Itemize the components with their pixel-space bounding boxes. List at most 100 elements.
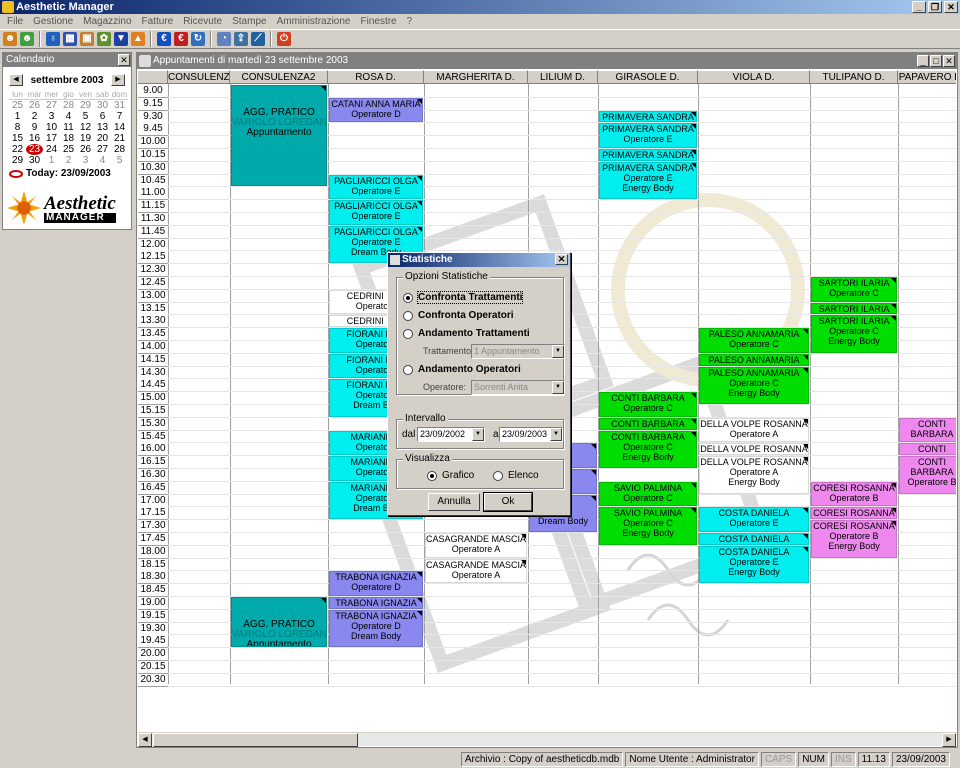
radio-elenco[interactable]: Elenco <box>493 470 539 481</box>
calendar-day[interactable]: 29 <box>77 100 94 111</box>
date-to-select[interactable]: 23/09/2003 ▼ <box>499 427 563 442</box>
scroll-right-button[interactable]: ▶ <box>942 733 956 747</box>
minimize-button[interactable]: _ <box>912 1 926 13</box>
column-header[interactable]: GIRASOLE D. <box>598 70 698 84</box>
calendar-day[interactable]: 4 <box>94 155 111 166</box>
appointment-block[interactable]: TRABONA IGNAZIA <box>329 597 423 609</box>
dialog-close-button[interactable]: ✕ <box>555 254 568 265</box>
horizontal-scrollbar[interactable]: ◀ ▶ <box>138 732 956 747</box>
calendar-day[interactable]: 14 <box>111 122 128 133</box>
calendar-grid-icon[interactable]: ▦ <box>63 32 77 46</box>
column-header[interactable]: TULIPANO D. <box>810 70 898 84</box>
appointment-block[interactable]: CORESI ROSANNA <box>811 507 897 520</box>
trattamento-select[interactable]: 1 Appuntamento ▼ <box>471 344 565 359</box>
appointment-block[interactable]: CATANI ANNA MARIA Operatore D <box>329 97 423 123</box>
user-add-icon[interactable]: ☻ <box>20 32 34 46</box>
appointment-block[interactable]: PRIMAVERA SANDRA <box>599 149 697 161</box>
calendar-day[interactable]: 2 <box>60 155 77 166</box>
appointment-block[interactable]: PALESO ANNAMARIA <box>699 353 809 366</box>
menu-gestione[interactable]: Gestione <box>28 14 78 29</box>
menu-magazzino[interactable]: Magazzino <box>78 14 136 29</box>
appointment-block[interactable]: PAGLIARICCI OLGA Operatore E <box>329 200 423 225</box>
calendar-day[interactable]: 3 <box>43 111 60 122</box>
calendar-day[interactable]: 16 <box>26 133 43 144</box>
calendar-day[interactable]: 5 <box>77 111 94 122</box>
appointment-block[interactable]: DELLA VOLPE ROSANNA Operatore A Energy Bod… <box>699 456 809 494</box>
note-icon[interactable]: ▣ <box>80 32 94 46</box>
column-header[interactable]: MARGHERITA D. <box>424 70 528 84</box>
appointment-block[interactable]: PALESO ANNAMARIA Operatore C <box>699 328 809 353</box>
appointment-block[interactable]: PALESO ANNAMARIA Operatore C Energy Body <box>699 366 809 404</box>
column-header[interactable]: VIOLA D. <box>698 70 810 84</box>
calendar-day[interactable]: 24 <box>43 144 60 155</box>
appointment-block[interactable]: PAGLIARICCI OLGA Operatore E <box>329 174 423 200</box>
radio-andamento-operatori[interactable]: Andamento Operatori <box>403 364 521 375</box>
appointment-block[interactable]: SARTORI ILARIA <box>811 302 897 315</box>
users-icon[interactable]: ☻ <box>3 32 17 46</box>
calendar-day[interactable]: 8 <box>9 122 26 133</box>
appointment-block[interactable]: DELLA VOLPE ROSANNA <box>699 443 809 456</box>
calendar-day[interactable]: 21 <box>111 133 128 144</box>
schedule-close-button[interactable]: ✕ <box>943 55 955 67</box>
euro-red-icon[interactable]: € <box>174 32 188 46</box>
calendar-day[interactable]: 12 <box>77 122 94 133</box>
menu-amministrazione[interactable]: Amministrazione <box>272 14 356 29</box>
next-month-button[interactable]: ▶ <box>110 74 125 86</box>
calendar-day[interactable]: 3 <box>77 155 94 166</box>
calendar-day[interactable]: 10 <box>43 122 60 133</box>
appointment-block[interactable]: CONTI BARBARA Operatore C Energy Body <box>599 430 697 468</box>
appointment-block[interactable]: CONTI BARBARA <box>599 417 697 430</box>
calendar-day[interactable]: 6 <box>94 111 111 122</box>
operatore-select[interactable]: Sorrenti Anita ▼ <box>471 380 565 395</box>
cancel-button[interactable]: Annulla <box>428 493 480 511</box>
restore-button[interactable]: ❐ <box>928 1 942 13</box>
menu-file[interactable]: File <box>2 14 28 29</box>
calendar-day[interactable]: 20 <box>94 133 111 144</box>
appointment-block[interactable]: CORESI ROSANNA Operatore B Energy Body <box>811 520 897 558</box>
appointment-block[interactable]: AGG. PRATICO VARIOLO LOREDANA Appuntamento <box>231 597 327 648</box>
appointment-block[interactable]: CASAGRANDE MASCIA Operatore A <box>425 558 527 584</box>
calendar-close-button[interactable]: ✕ <box>118 54 130 66</box>
appointment-block[interactable]: TRABONA IGNAZIA Operatore D <box>329 571 423 596</box>
products-icon[interactable]: ✿ <box>97 32 111 46</box>
column-header[interactable]: PAPAVERO D. <box>898 70 956 84</box>
appointment-block[interactable]: DELLA VOLPE ROSANNA Operatore A <box>699 417 809 443</box>
calendar-day[interactable]: 13 <box>94 122 111 133</box>
close-button[interactable]: ✕ <box>944 1 958 13</box>
calendar-day[interactable]: 19 <box>77 133 94 144</box>
line-chart-icon[interactable]: ⟋ <box>251 32 265 46</box>
calendar-day[interactable]: 25 <box>60 144 77 155</box>
appointment-block[interactable]: PRIMAVERA SANDRA <box>599 110 697 123</box>
appointment-block[interactable]: SAVIO PALMINA Operatore C Energy Body <box>599 507 697 545</box>
calendar-day[interactable]: 5 <box>111 155 128 166</box>
appointment-block[interactable]: PRIMAVERA SANDRA Operatore E <box>599 123 697 148</box>
calendar-day[interactable]: 29 <box>9 155 26 166</box>
calendar-day[interactable]: 30 <box>26 155 43 166</box>
appointment-block[interactable]: CONTI BARBARA Operatore C <box>599 392 697 417</box>
appointment-block[interactable]: CONTI BARBARA <box>899 417 956 443</box>
appointment-block[interactable]: SARTORI ILARIA Operatore C Energy Body <box>811 315 897 353</box>
calendar-day[interactable]: 31 <box>111 100 128 111</box>
scroll-thumb[interactable] <box>153 733 358 747</box>
calendar-day[interactable]: 28 <box>60 100 77 111</box>
appointment-block[interactable]: CORESI ROSANNA Operatore B <box>811 481 897 507</box>
calendar-day[interactable]: 30 <box>94 100 111 111</box>
schedule-minimize-button[interactable]: _ <box>917 55 929 67</box>
appointment-block[interactable]: COSTA DANIELA Operatore E <box>699 507 809 532</box>
calendar-day[interactable]: 26 <box>77 144 94 155</box>
appointment-block[interactable]: CASAGRANDE MASCIA Operatore A <box>425 533 527 558</box>
calendar-day[interactable]: 1 <box>43 155 60 166</box>
appointment-block[interactable]: SAVIO PALMINA Operatore C <box>599 481 697 507</box>
calendar-day[interactable]: 27 <box>43 100 60 111</box>
arrow-down-icon[interactable]: ▼ <box>114 32 128 46</box>
calendar-day[interactable]: 18 <box>60 133 77 144</box>
bottle-icon[interactable]: ♁ <box>46 32 60 46</box>
appointment-block[interactable]: TRABONA IGNAZIA Operatore D Dream Body <box>329 609 423 648</box>
pie-chart-icon[interactable]: ◔ <box>217 32 231 46</box>
calendar-day-today[interactable]: 23 <box>26 144 43 155</box>
appointment-block[interactable]: AGG. PRATICO VARIOLO LOREDANA Appuntamento <box>231 85 327 187</box>
appointment-block[interactable]: COSTA DANIELA Operatore E Energy Body <box>699 545 809 584</box>
calendar-day[interactable]: 28 <box>111 144 128 155</box>
menu-fatture[interactable]: Fatture <box>137 14 179 29</box>
ok-button[interactable]: Ok <box>483 492 533 512</box>
